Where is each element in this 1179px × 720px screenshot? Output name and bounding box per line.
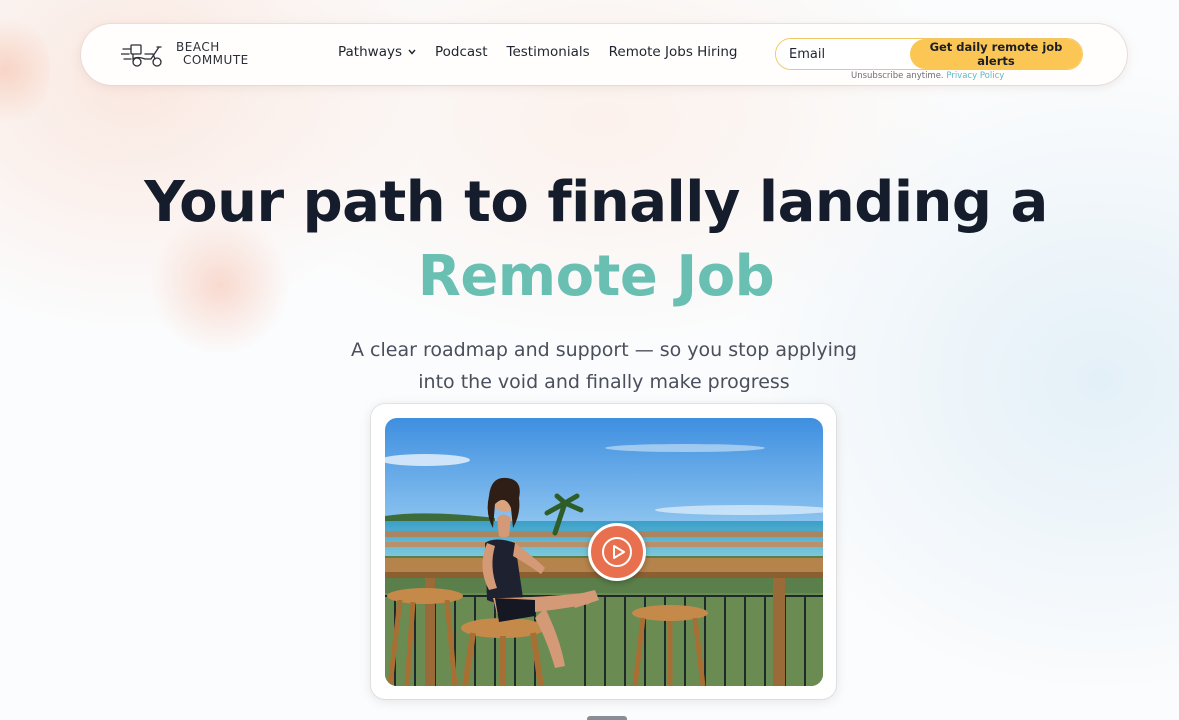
privacy-policy-link[interactable]: Privacy Policy xyxy=(946,71,1004,81)
brand-line1: BEACH xyxy=(176,40,220,54)
background-blob xyxy=(0,10,50,130)
nav-item-pathways[interactable]: Pathways xyxy=(338,44,416,60)
hero-heading-accent: Remote Job xyxy=(417,244,775,309)
main-menu: Pathways Podcast Testimonials Remote Job… xyxy=(338,44,756,60)
hero-heading-line1: Your path to finally landing a xyxy=(144,170,1048,235)
hero-subheading: A clear roadmap and support — so you sto… xyxy=(0,334,1179,398)
brand-wordmark: BEACH COMMUTE xyxy=(176,41,249,67)
scooter-logo-icon xyxy=(121,44,162,67)
video-thumbnail[interactable] xyxy=(385,418,823,686)
job-alerts-submit-button[interactable]: Get daily remote job alerts xyxy=(910,39,1082,69)
chevron-down-icon xyxy=(408,48,416,58)
hero-heading: Your path to finally landing a Remote Jo… xyxy=(0,166,1179,314)
play-icon xyxy=(602,537,632,567)
nav-item-remote-jobs[interactable]: Remote Jobs Hiring xyxy=(609,44,738,60)
nav-item-podcast[interactable]: Podcast xyxy=(435,44,488,60)
top-navigation-bar: BEACH COMMUTE Pathways Podcast Testimoni… xyxy=(81,24,1127,85)
brand-logo[interactable]: BEACH COMMUTE xyxy=(121,40,261,70)
email-field[interactable] xyxy=(776,39,910,69)
scroll-indicator xyxy=(587,716,627,720)
play-button[interactable] xyxy=(588,523,646,581)
hero-subheading-line1: A clear roadmap and support — so you sto… xyxy=(351,339,857,361)
signup-fineprint: Unsubscribe anytime. Privacy Policy xyxy=(851,71,1004,81)
unsubscribe-note: Unsubscribe anytime. xyxy=(851,71,944,81)
video-card xyxy=(371,404,836,699)
hero-subheading-line2: into the void and finally make progress xyxy=(418,371,790,393)
nav-item-testimonials[interactable]: Testimonials xyxy=(507,44,590,60)
brand-line2: COMMUTE xyxy=(183,53,249,67)
nav-pathways-label: Pathways xyxy=(338,44,402,60)
job-alerts-signup-form: Get daily remote job alerts xyxy=(775,38,1083,70)
